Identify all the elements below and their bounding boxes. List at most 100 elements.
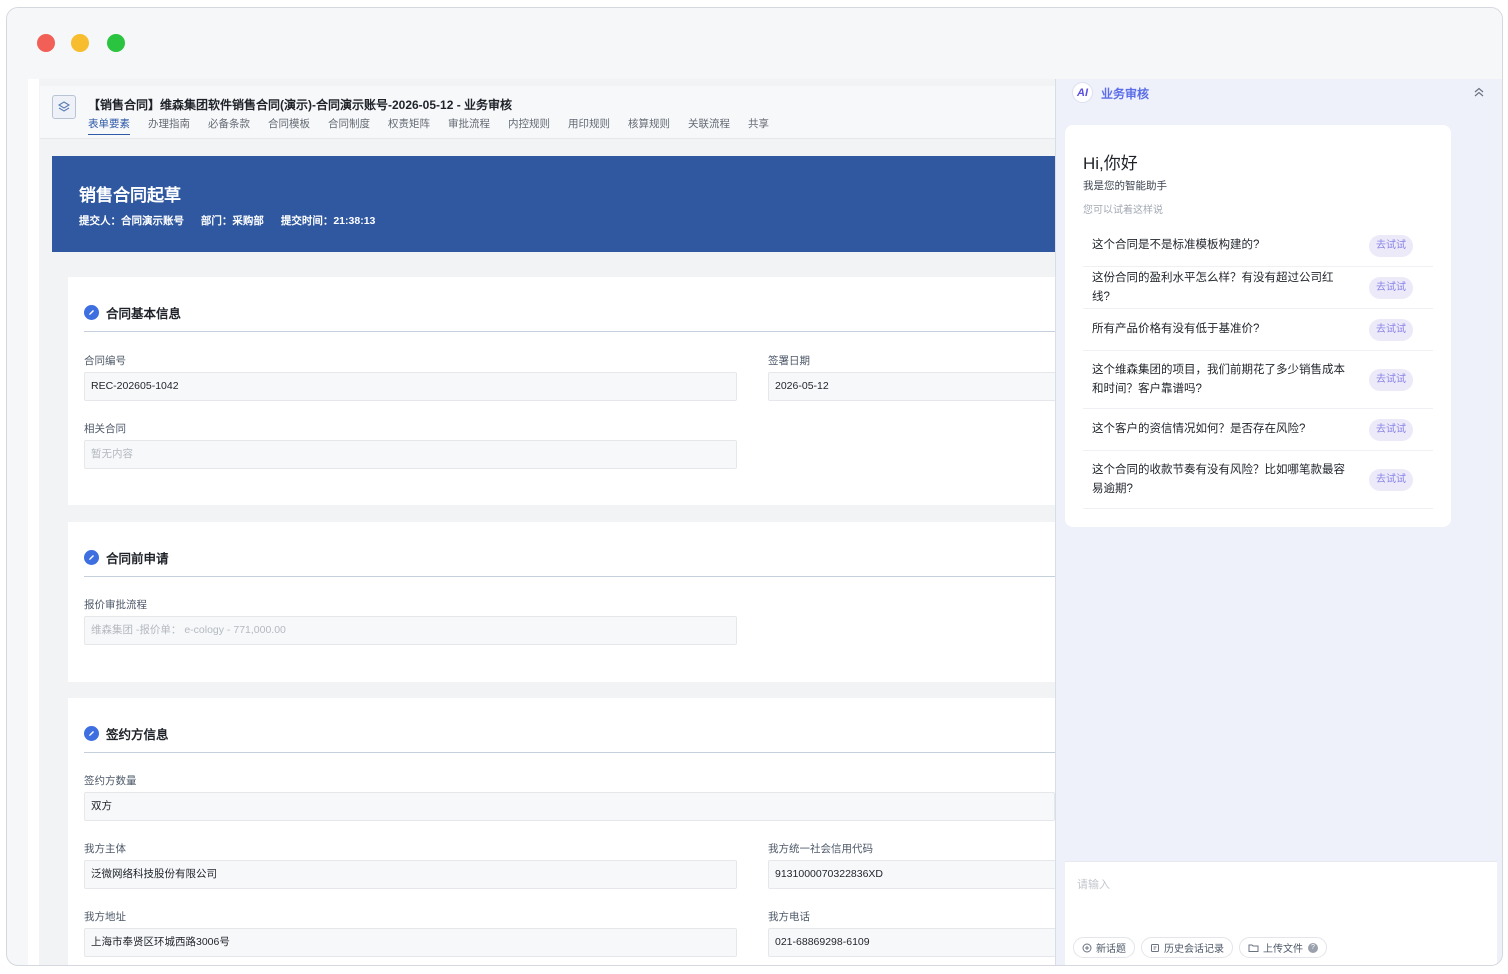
assistant-header: AI 业务审核: [1056, 79, 1502, 115]
tab-10[interactable]: 关联流程: [688, 116, 730, 135]
credit-code-field[interactable]: 9131000070322836XD: [768, 860, 1055, 889]
tab-6[interactable]: 审批流程: [448, 116, 490, 135]
layers-icon[interactable]: [52, 95, 76, 119]
assistant-title: 业务审核: [1101, 87, 1150, 101]
assistant-hint: 您可以试着这样说: [1083, 205, 1163, 216]
form-meta: 提交人：合同演示账号 部门：采购部 提交时间：21:38:13: [79, 213, 389, 228]
our-entity-field[interactable]: 泛微网络科技股份有限公司: [84, 860, 737, 889]
suggestion-item[interactable]: 这份合同的盈利水平怎么样？有没有超过公司红线? 去试试: [1083, 267, 1433, 309]
submit-time: 提交时间：21:38:13: [280, 215, 376, 227]
suggestion-text: 这个合同是不是标准模板构建的?: [1092, 239, 1260, 251]
upload-file-label: 上传文件: [1263, 944, 1303, 955]
suggestion-list: 这个合同是不是标准模板构建的? 去试试 这份合同的盈利水平怎么样？有没有超过公司红线…: [1083, 225, 1433, 509]
section-title: 签约方信息: [106, 728, 169, 742]
section-header: 合同前申请: [84, 548, 169, 567]
try-button[interactable]: 去试试: [1369, 318, 1413, 341]
tab-9[interactable]: 核算规则: [628, 116, 670, 135]
section-party-info: 签约方信息 签约方数量 双方 我方主体 泛微网络科技股份有限公司 我方统一社会信…: [68, 698, 1055, 965]
try-button[interactable]: 去试试: [1369, 276, 1413, 299]
suggestion-text: 这个客户的资信情况如何？是否存在风险?: [1092, 423, 1306, 435]
our-address-label: 我方地址: [84, 911, 126, 923]
title-bar: [7, 8, 1502, 78]
ai-logo-icon: AI: [1072, 82, 1093, 103]
suggestion-card: Hi,你好 我是您的智能助手 您可以试着这样说 这个合同是不是标准模板构建的? 去…: [1065, 125, 1451, 527]
new-topic-icon: [1082, 943, 1092, 952]
party-count-label: 签约方数量: [84, 775, 137, 787]
tab-11[interactable]: 共享: [748, 116, 769, 135]
sign-date-label: 签署日期: [768, 355, 810, 367]
edit-icon: [84, 550, 99, 565]
section-header: 合同基本信息: [84, 303, 181, 322]
document-title: 【销售合同】维森集团软件销售合同(演示)-合同演示账号-2026-05-12 -…: [88, 98, 513, 112]
try-button[interactable]: 去试试: [1369, 468, 1413, 491]
section-basic-info: 合同基本信息 合同编号 REC-202605-1042 签署日期 2026-05…: [68, 277, 1055, 505]
chat-toolbar: 新话题 历史会话记录 上传文件 ?: [1073, 937, 1327, 958]
suggestion-text: 所有产品价格有没有低于基准价?: [1092, 323, 1260, 335]
quote-flow-label: 报价审批流程: [84, 599, 147, 611]
suggestion-text: 这份合同的盈利水平怎么样？有没有超过公司红线?: [1092, 271, 1334, 303]
suggestion-text: 这个合同的收款节奏有没有风险？比如哪笔款最容易逾期?: [1092, 463, 1345, 495]
chat-input-area: 请输入 新话题 历史会话记录 上传文件 ?: [1065, 861, 1497, 965]
our-phone-label: 我方电话: [768, 911, 810, 923]
our-address-field[interactable]: 上海市奉贤区环城西路3006号: [84, 928, 737, 957]
app-window: 【销售合同】维森集团软件销售合同(演示)-合同演示账号-2026-05-12 -…: [6, 7, 1503, 966]
help-icon[interactable]: ?: [1308, 942, 1318, 953]
suggestion-item[interactable]: 所有产品价格有没有低于基准价? 去试试: [1083, 309, 1433, 351]
new-topic-label: 新话题: [1096, 944, 1126, 955]
main-content: 【销售合同】维森集团软件销售合同(演示)-合同演示账号-2026-05-12 -…: [28, 79, 1055, 965]
tab-1[interactable]: 办理指南: [148, 116, 190, 135]
tab-4[interactable]: 合同制度: [328, 116, 370, 135]
submitter: 提交人：合同演示账号: [79, 215, 184, 227]
related-contract-field[interactable]: 暂无内容: [84, 440, 737, 469]
maximize-window-button[interactable]: [107, 34, 125, 52]
suggestion-item[interactable]: 这个客户的资信情况如何？是否存在风险? 去试试: [1083, 409, 1433, 451]
chevron-up-icon[interactable]: [1472, 85, 1486, 99]
divider: [84, 576, 1055, 577]
chat-input[interactable]: 请输入: [1077, 876, 1110, 892]
section-pre-application: 合同前申请 报价审批流程 维森集团 -报价单： e-cology - 771,0…: [68, 522, 1055, 682]
quote-flow-field[interactable]: 维森集团 -报价单： e-cology - 771,000.00: [84, 616, 737, 645]
try-button[interactable]: 去试试: [1369, 234, 1413, 257]
upload-file-button[interactable]: 上传文件 ?: [1239, 937, 1327, 958]
section-title: 合同前申请: [106, 552, 169, 566]
our-phone-field[interactable]: 021-68869298-6109: [768, 928, 1055, 957]
history-button[interactable]: 历史会话记录: [1141, 937, 1233, 958]
suggestion-item[interactable]: 这个合同是不是标准模板构建的? 去试试: [1083, 225, 1433, 267]
try-button[interactable]: 去试试: [1369, 418, 1413, 441]
form-banner: 销售合同起草 提交人：合同演示账号 部门：采购部 提交时间：21:38:13: [52, 156, 1055, 252]
edit-icon: [84, 305, 99, 320]
greeting: Hi,你好: [1083, 154, 1138, 173]
edit-icon: [84, 726, 99, 741]
section-header: 签约方信息: [84, 724, 169, 743]
close-window-button[interactable]: [37, 34, 55, 52]
party-count-field[interactable]: 双方: [84, 792, 1055, 821]
tab-bar: 表单要素 办理指南 必备条款 合同模板 合同制度 权责矩阵 审批流程 内控规则 用印规则 核算规则…: [88, 116, 787, 135]
contract-no-field[interactable]: REC-202605-1042: [84, 372, 737, 401]
tab-2[interactable]: 必备条款: [208, 116, 250, 135]
history-icon: [1151, 943, 1159, 952]
sign-date-field[interactable]: 2026-05-12: [768, 372, 1055, 401]
tab-8[interactable]: 用印规则: [568, 116, 610, 135]
suggestion-item[interactable]: 这个维森集团的项目，我们前期花了多少销售成本和时间？客户靠谱吗? 去试试: [1083, 351, 1433, 409]
folder-icon: [1248, 944, 1259, 952]
department: 部门：采购部: [200, 215, 264, 227]
divider: [84, 752, 1055, 753]
assistant-intro: 我是您的智能助手: [1083, 180, 1167, 192]
divider: [84, 331, 1055, 332]
minimize-window-button[interactable]: [71, 34, 89, 52]
credit-code-label: 我方统一社会信用代码: [768, 843, 873, 855]
our-entity-label: 我方主体: [84, 843, 126, 855]
left-rail: [28, 79, 39, 965]
tab-5[interactable]: 权责矩阵: [388, 116, 430, 135]
tab-7[interactable]: 内控规则: [508, 116, 550, 135]
suggestion-item[interactable]: 这个合同的收款节奏有没有风险？比如哪笔款最容易逾期? 去试试: [1083, 451, 1433, 509]
tab-0[interactable]: 表单要素: [88, 116, 130, 135]
form-title: 销售合同起草: [79, 186, 181, 205]
new-topic-button[interactable]: 新话题: [1073, 937, 1135, 958]
document-header: 【销售合同】维森集团软件销售合同(演示)-合同演示账号-2026-05-12 -…: [40, 86, 1055, 139]
try-button[interactable]: 去试试: [1369, 368, 1413, 391]
contract-no-label: 合同编号: [84, 355, 126, 367]
tab-3[interactable]: 合同模板: [268, 116, 310, 135]
suggestion-text: 这个维森集团的项目，我们前期花了多少销售成本和时间？客户靠谱吗?: [1092, 363, 1345, 395]
related-contract-label: 相关合同: [84, 423, 126, 435]
